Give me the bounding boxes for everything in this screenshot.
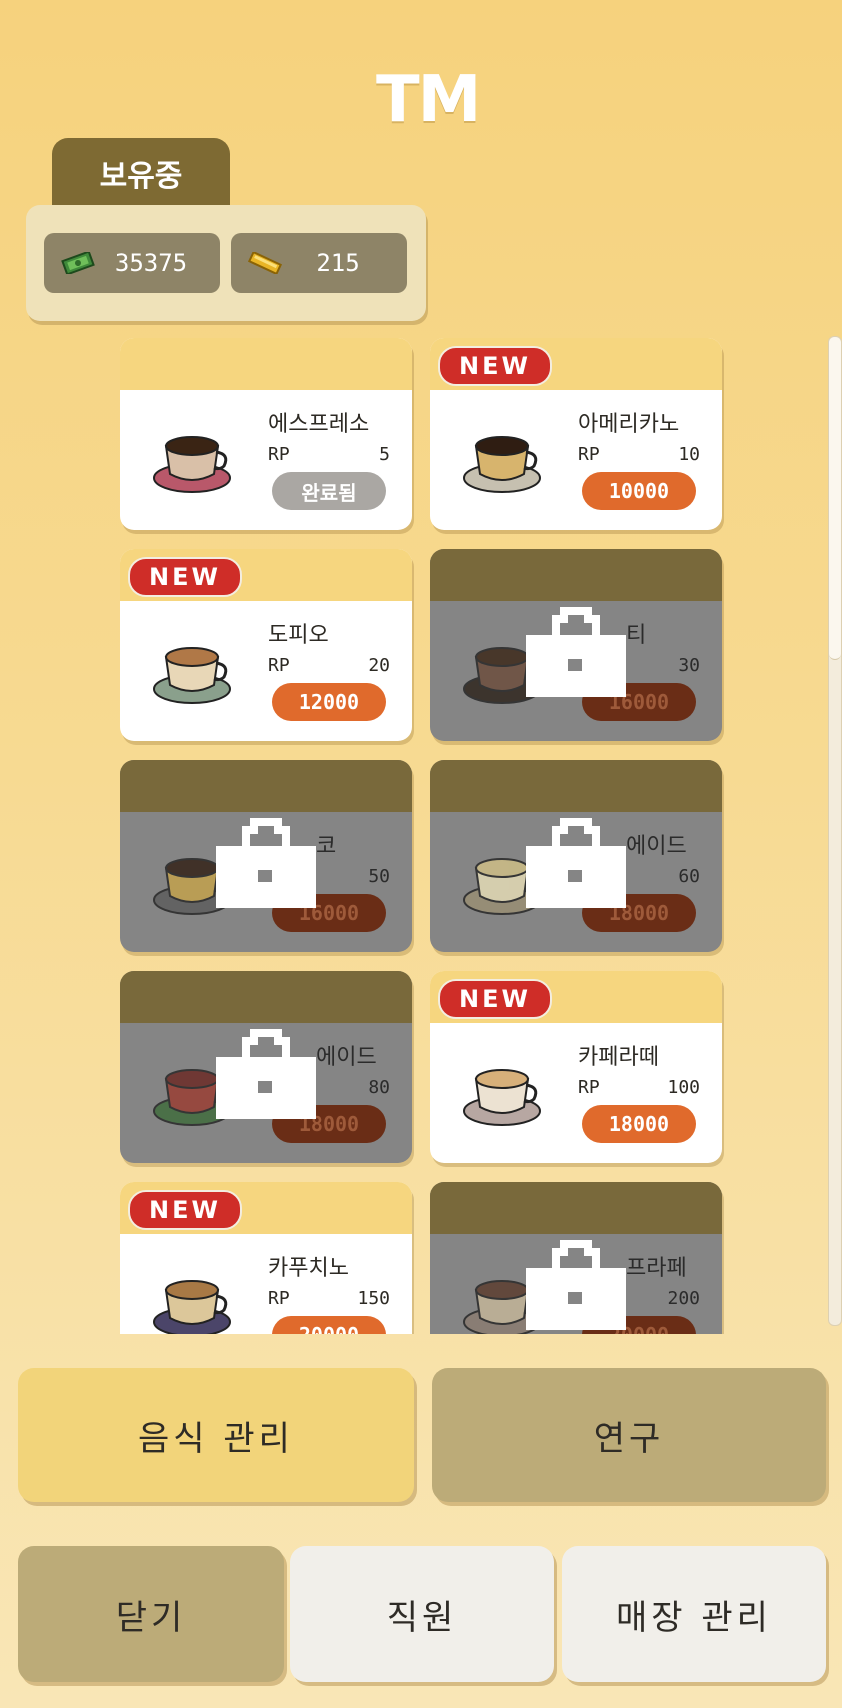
drink-icon [153,436,231,493]
rp-value: 30 [678,655,700,676]
drink-name: 에이드 [316,1045,377,1070]
money-value: 35375 [114,249,188,277]
research-tab[interactable]: 연구 [432,1368,826,1502]
drink-name: 카페라떼 [578,1045,659,1070]
drink-icon [153,1280,231,1334]
new-badge: NEW [128,557,242,597]
drink-icon [153,647,231,704]
rp-value: 50 [368,866,390,887]
rp-value: 10 [678,444,700,465]
drink-icon [463,1069,541,1126]
menu-card[interactable]: 코 50 16000 [120,760,412,952]
drink-name: 프라페 [626,1256,687,1281]
rp-label: RP [578,1077,600,1098]
new-badge: NEW [438,979,552,1019]
rp-label: RP [578,444,600,465]
menu-card[interactable]: NEW 카푸치노 RP 150 20000 [120,1182,412,1334]
drink-name: 도피오 [268,623,329,648]
holdings-panel: 35375 215 [26,205,426,321]
drink-icon [463,436,541,493]
menu-card[interactable]: 티 30 16000 [430,549,722,741]
rp-value: 80 [368,1077,390,1098]
card-header-band [430,760,722,812]
menu-scrollbar[interactable] [828,336,842,1326]
rp-label: RP [268,1288,290,1309]
gold-display: 215 [231,233,407,293]
rp-value: 150 [357,1288,390,1309]
rp-value: 60 [678,866,700,887]
drink-name: 아메리카노 [578,412,680,437]
card-header-band [120,760,412,812]
drink-name: 에이드 [626,834,687,859]
drink-name: 카푸치노 [268,1256,349,1281]
menu-card[interactable]: 프라페20020000 [430,1182,722,1334]
menu-card[interactable]: NEW 도피오 RP 20 12000 [120,549,412,741]
rp-value: 200 [667,1288,700,1309]
rp-value: 20 [368,655,390,676]
purchase-button[interactable]: 20000 [272,1316,386,1334]
game-logo: TM [376,63,481,137]
menu-card[interactable]: NEW 아메리카노 RP 10 10000 [430,338,722,530]
rp-value: 100 [667,1077,700,1098]
menu-card[interactable]: NEW 카페라떼 RP 100 18000 [430,971,722,1163]
money-display: 35375 [44,233,220,293]
completed-button: 완료됨 [272,472,386,510]
lock-icon [216,1029,316,1119]
scrollbar-thumb[interactable] [829,337,841,660]
menu-grid[interactable]: 에스프레소 RP 5 완료됨 NEW 아메리카노 RP 10 10000 NEW 도피오 RP 20 12… [120,338,730,1334]
rp-label: RP [268,444,290,465]
lock-icon [526,607,626,697]
menu-card[interactable]: 에이드 80 18000 [120,971,412,1163]
rp-value: 5 [379,444,390,465]
lock-icon [526,1240,626,1330]
card-header-band [120,338,412,390]
purchase-button[interactable]: 12000 [272,683,386,721]
gold-value: 215 [316,249,360,277]
close-button[interactable]: 닫기 [18,1546,284,1682]
card-header-band [120,971,412,1023]
menu-card[interactable]: 에이드 60 18000 [430,760,722,952]
new-badge: NEW [438,346,552,386]
card-header-band [430,549,722,601]
holdings-tab: 보유중 [52,138,230,208]
drink-name: 에스프레소 [268,412,370,437]
card-header-band [430,1182,722,1234]
lock-icon [526,818,626,908]
staff-button[interactable]: 직원 [290,1546,554,1682]
gold-bar-icon [247,252,283,274]
cash-icon [61,252,95,274]
store-management-button[interactable]: 매장 관리 [562,1546,826,1682]
food-management-tab[interactable]: 음식 관리 [18,1368,414,1502]
menu-card[interactable]: 에스프레소 RP 5 완료됨 [120,338,412,530]
purchase-button[interactable]: 10000 [582,472,696,510]
purchase-button[interactable]: 18000 [582,1105,696,1143]
rp-label: RP [268,655,290,676]
new-badge: NEW [128,1190,242,1230]
lock-icon [216,818,316,908]
